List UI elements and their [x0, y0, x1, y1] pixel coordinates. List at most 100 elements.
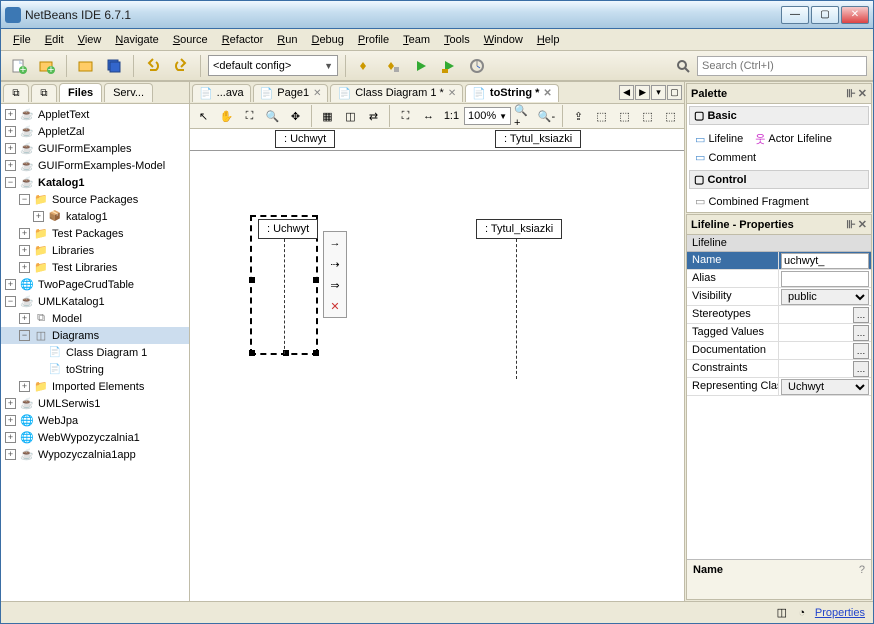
expand-toggle[interactable]: −: [19, 330, 30, 341]
expand-toggle[interactable]: −: [19, 194, 30, 205]
ellipsis-button[interactable]: …: [853, 343, 869, 359]
ellipsis-button[interactable]: …: [853, 325, 869, 341]
menu-run[interactable]: Run: [271, 32, 303, 48]
search-input[interactable]: [697, 56, 867, 76]
menu-help[interactable]: Help: [531, 32, 566, 48]
navigate-tool[interactable]: ✥: [285, 106, 306, 127]
maximize-button[interactable]: ▢: [811, 6, 839, 24]
menu-source[interactable]: Source: [167, 32, 214, 48]
close-tab-icon[interactable]: ✕: [543, 88, 551, 99]
diag-tool-2[interactable]: ⬚: [614, 106, 635, 127]
props-pin-icon[interactable]: ⊪: [846, 218, 856, 231]
export-button[interactable]: ⇪: [568, 106, 589, 127]
tab-services[interactable]: Serv...: [104, 83, 153, 102]
search-icon[interactable]: [671, 54, 695, 78]
tree-item[interactable]: −Katalog1: [1, 174, 189, 191]
relations-button[interactable]: ⇄: [363, 106, 384, 127]
tab-list-button[interactable]: ▾: [651, 85, 666, 100]
fit-width-button[interactable]: ↔: [418, 106, 439, 127]
tree-item[interactable]: +WebWypozyczalnia1: [1, 429, 189, 446]
tab-files[interactable]: Files: [59, 83, 102, 102]
property-row[interactable]: Constraints…: [687, 360, 871, 378]
expand-toggle[interactable]: +: [5, 415, 16, 426]
palette-pin-icon[interactable]: ⊪: [846, 87, 856, 100]
tab-projects2[interactable]: ⧉: [31, 84, 57, 102]
prop-select[interactable]: Uchwyt: [781, 379, 869, 395]
palette-close-icon[interactable]: ✕: [858, 87, 867, 100]
zoom-tool[interactable]: 🔍: [262, 106, 283, 127]
prop-input[interactable]: [781, 271, 869, 287]
diagram-canvas[interactable]: : Uchwyt : Tytul_ksiazki : Tytul_ksiazki…: [190, 129, 684, 601]
editor-tab[interactable]: 📄Page1✕: [253, 84, 329, 102]
tree-item[interactable]: +UMLSerwis1: [1, 395, 189, 412]
tree-item[interactable]: +Test Libraries: [1, 259, 189, 276]
tree-item[interactable]: +AppletText: [1, 106, 189, 123]
property-row[interactable]: Visibilitypublic: [687, 288, 871, 306]
editor-tab[interactable]: 📄...ava: [192, 84, 251, 102]
palette-actor-lifeline[interactable]: 웃Actor Lifeline: [753, 130, 834, 148]
expand-toggle[interactable]: −: [5, 296, 16, 307]
tree-item[interactable]: Class Diagram 1: [1, 344, 189, 361]
tree-item[interactable]: +AppletZal: [1, 123, 189, 140]
layout-button[interactable]: ◫: [340, 106, 361, 127]
tree-item[interactable]: +WebJpa: [1, 412, 189, 429]
config-select[interactable]: <default config>▼: [208, 55, 338, 76]
debug-button[interactable]: [437, 54, 461, 78]
expand-toggle[interactable]: +: [5, 449, 16, 460]
zoom-in-button[interactable]: 🔍+: [513, 106, 534, 127]
expand-toggle[interactable]: +: [5, 279, 16, 290]
clean-build-button[interactable]: [381, 54, 405, 78]
expand-toggle[interactable]: −: [5, 177, 16, 188]
ellipsis-button[interactable]: …: [853, 361, 869, 377]
prop-select[interactable]: public: [781, 289, 869, 305]
expand-toggle[interactable]: +: [5, 109, 16, 120]
tree-item[interactable]: −Diagrams: [1, 327, 189, 344]
tree-item[interactable]: +katalog1: [1, 208, 189, 225]
tree-item[interactable]: +TwoPageCrudTable: [1, 276, 189, 293]
property-row[interactable]: Alias: [687, 270, 871, 288]
msg-call-tool[interactable]: →: [326, 234, 344, 252]
tree-item[interactable]: +Imported Elements: [1, 378, 189, 395]
palette-combined-fragment[interactable]: ▭Combined Fragment: [693, 194, 811, 209]
tab-next-button[interactable]: ▶: [635, 85, 650, 100]
save-all-button[interactable]: [102, 54, 126, 78]
expand-toggle[interactable]: +: [5, 126, 16, 137]
menu-edit[interactable]: Edit: [39, 32, 70, 48]
palette-lifeline[interactable]: ▭Lifeline: [693, 130, 745, 148]
tree-item[interactable]: +Model: [1, 310, 189, 327]
expand-toggle[interactable]: +: [19, 228, 30, 239]
fit-button[interactable]: ⛶: [395, 106, 416, 127]
props-close-icon[interactable]: ✕: [858, 218, 867, 231]
menu-team[interactable]: Team: [397, 32, 436, 48]
expand-toggle[interactable]: +: [5, 160, 16, 171]
close-tab-icon[interactable]: ✕: [448, 88, 456, 99]
tree-item[interactable]: +Test Packages: [1, 225, 189, 242]
prop-input[interactable]: [781, 253, 869, 269]
expand-toggle[interactable]: +: [5, 398, 16, 409]
expand-toggle[interactable]: +: [19, 245, 30, 256]
status-icon-1[interactable]: ◫: [775, 606, 789, 620]
close-button[interactable]: ✕: [841, 6, 869, 24]
zoom-combo[interactable]: 100%▼: [464, 107, 511, 125]
tree-item[interactable]: toString: [1, 361, 189, 378]
msg-create-tool[interactable]: ⇒: [326, 276, 344, 294]
diag-tool-3[interactable]: ⬚: [637, 106, 658, 127]
tree-item[interactable]: +Libraries: [1, 242, 189, 259]
expand-toggle[interactable]: +: [5, 143, 16, 154]
expand-toggle[interactable]: +: [19, 381, 30, 392]
marquee-tool[interactable]: ⛶: [239, 106, 260, 127]
menu-debug[interactable]: Debug: [305, 32, 349, 48]
overview-button[interactable]: ▦: [317, 106, 338, 127]
msg-return-tool[interactable]: ⇢: [326, 255, 344, 273]
tree-item[interactable]: −UMLKatalog1: [1, 293, 189, 310]
tree-item[interactable]: +GUIFormExamples: [1, 140, 189, 157]
status-icon-2[interactable]: ◔: [795, 606, 809, 620]
new-file-button[interactable]: +: [7, 54, 31, 78]
lifeline-head-2[interactable]: : Tytul_ksiazki: [476, 219, 562, 239]
editor-tab[interactable]: 📄toString *✕: [465, 84, 559, 102]
tree-item[interactable]: −Source Packages: [1, 191, 189, 208]
lifeline-head-1[interactable]: : Uchwyt: [258, 219, 318, 239]
msg-destroy-tool[interactable]: ✕: [326, 297, 344, 315]
editor-tab[interactable]: 📄Class Diagram 1 *✕: [330, 84, 463, 102]
new-project-button[interactable]: +: [35, 54, 59, 78]
